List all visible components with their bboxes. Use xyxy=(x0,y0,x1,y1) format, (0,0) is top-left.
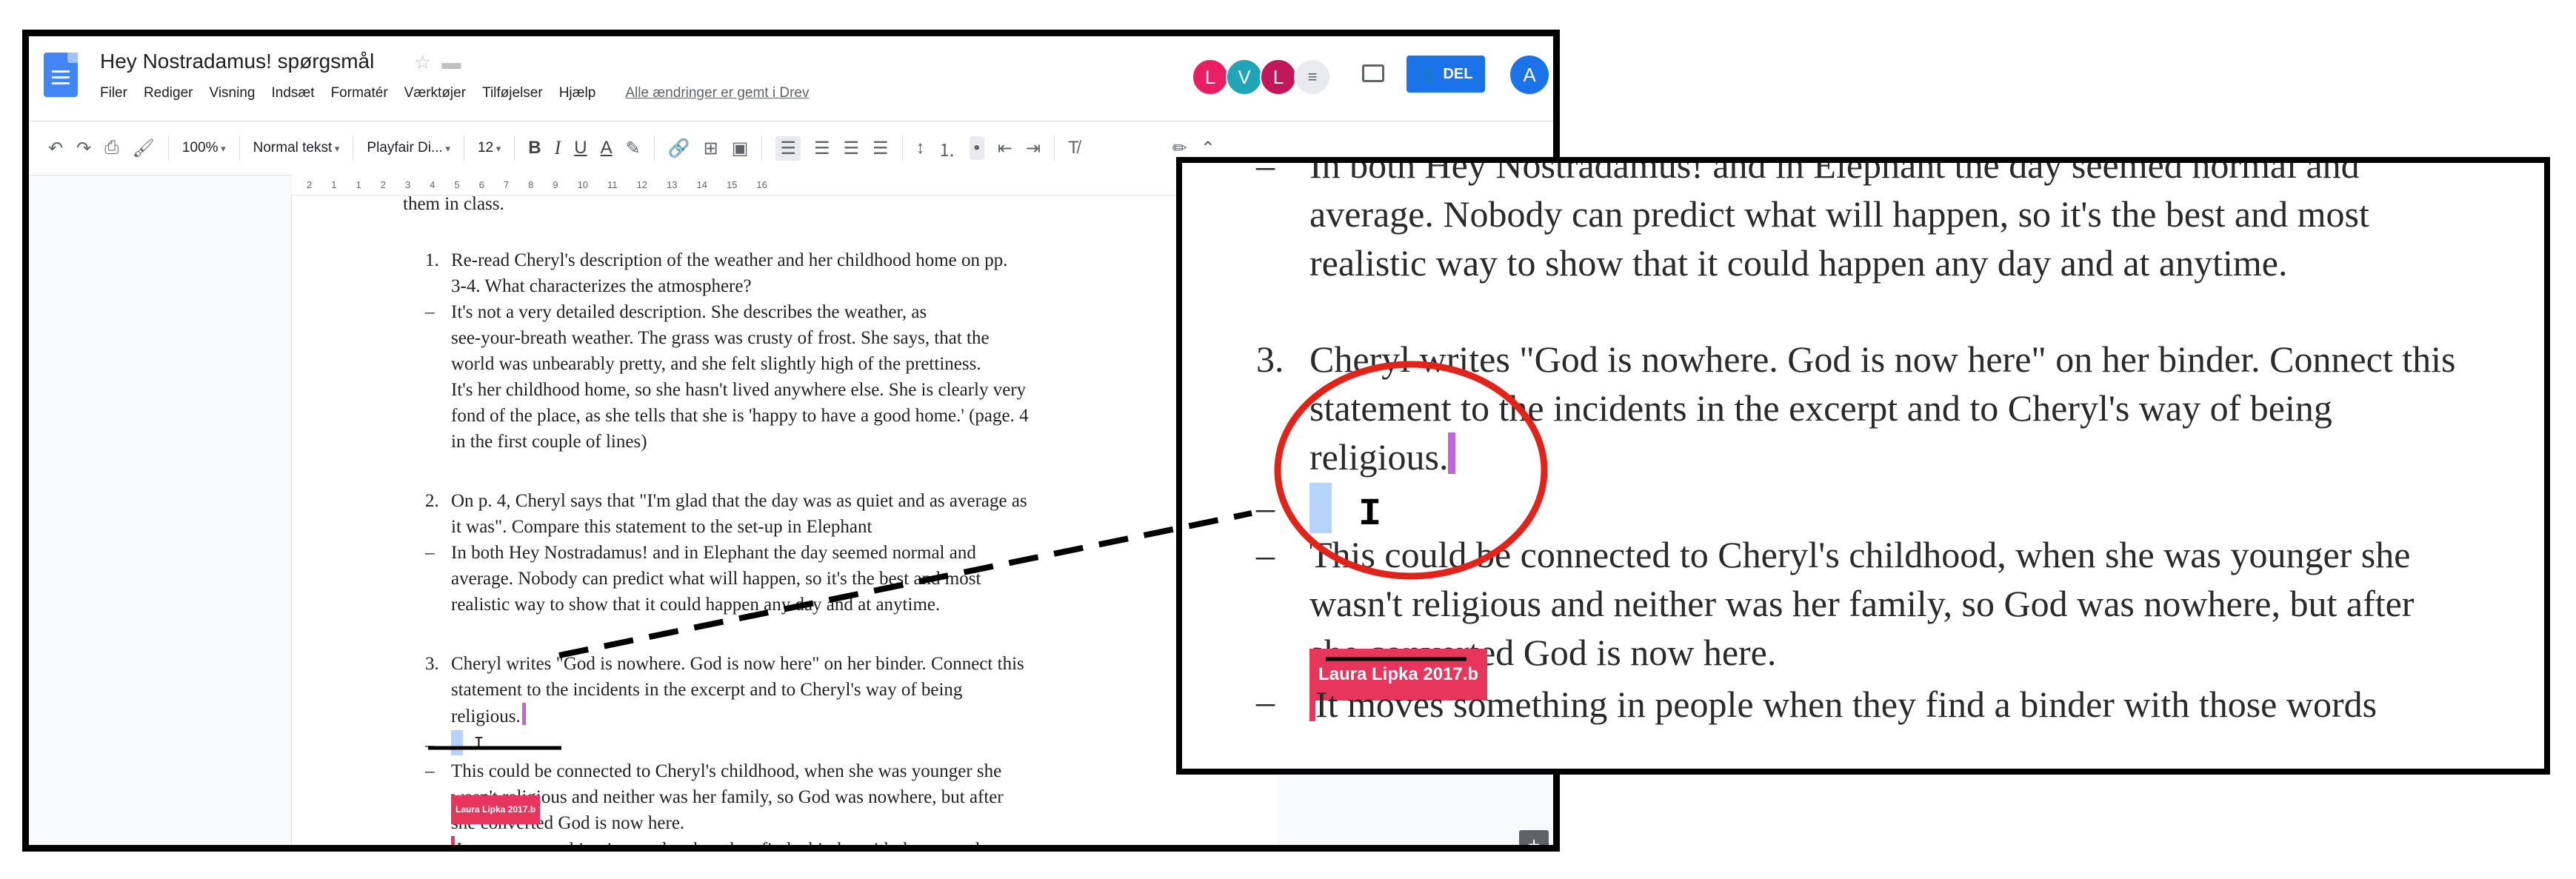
person-add-icon: 👤 xyxy=(1418,66,1438,83)
undo-icon[interactable]: ↶ xyxy=(48,138,63,159)
save-status[interactable]: Alle ændringer er gemt i Drev xyxy=(625,85,809,101)
more-collaborators-icon[interactable]: ≡ xyxy=(1294,59,1331,96)
collaborator-cursor xyxy=(521,703,526,725)
link-icon[interactable]: 🔗 xyxy=(668,138,690,159)
share-button-label: DEL xyxy=(1443,65,1473,82)
comments-icon[interactable] xyxy=(1362,64,1384,82)
menu-item-hjaelp[interactable]: Hjælp xyxy=(559,85,596,101)
bold-button[interactable]: B xyxy=(528,138,541,158)
align-center-icon[interactable]: ☰ xyxy=(814,138,830,159)
avatar[interactable]: L xyxy=(1260,59,1297,96)
style-select[interactable]: Normal tekst xyxy=(253,140,340,156)
underline-button[interactable]: U xyxy=(574,138,587,158)
avatar[interactable]: V xyxy=(1226,59,1263,96)
align-justify-icon[interactable]: ☰ xyxy=(872,138,889,159)
account-avatar[interactable]: A xyxy=(1510,56,1549,94)
text-selection xyxy=(1309,483,1332,533)
avatar[interactable]: L xyxy=(1192,59,1229,96)
share-button[interactable]: 👤 DEL xyxy=(1407,56,1485,93)
google-docs-logo-icon[interactable] xyxy=(44,53,78,97)
highlight-icon[interactable]: ✎ xyxy=(626,138,641,159)
align-left-icon[interactable]: ☰ xyxy=(775,136,801,161)
menu-item-filer[interactable]: Filer xyxy=(100,85,127,101)
title-bar: Hey Nostradamus! spørgsmål ☆ ▬ Filer Redi… xyxy=(29,36,1553,121)
italic-button[interactable]: I xyxy=(555,137,561,159)
explore-add-icon[interactable]: + xyxy=(1519,830,1549,845)
menu-item-indsaet[interactable]: Indsæt xyxy=(271,85,314,101)
menu-item-rediger[interactable]: Rediger xyxy=(144,85,193,101)
text-color-button[interactable]: A xyxy=(601,138,613,158)
increase-indent-icon[interactable]: ⇥ xyxy=(1026,138,1041,159)
font-select[interactable]: Playfair Di... xyxy=(367,140,450,156)
menu-item-tilfojelser[interactable]: Tilføjelser xyxy=(482,85,543,101)
print-icon[interactable]: ⎙ xyxy=(104,138,119,158)
redo-icon[interactable]: ↷ xyxy=(76,138,91,159)
add-comment-icon[interactable]: ⊞ xyxy=(704,138,718,159)
menu-bar: Filer Rediger Visning Indsæt Formatér Væ… xyxy=(100,85,809,101)
menu-item-vaerktojer[interactable]: Værktøjer xyxy=(404,85,466,101)
collaborator-avatars: L V L ≡ xyxy=(1192,59,1331,96)
menu-item-visning[interactable]: Visning xyxy=(210,85,256,101)
text-selection xyxy=(451,730,463,755)
collaborator-cursor xyxy=(451,836,455,845)
text-cursor-icon: I xyxy=(473,735,484,755)
document-title[interactable]: Hey Nostradamus! spørgsmål xyxy=(100,50,374,73)
collaborator-name-tag: Laura Lipka 2017.b xyxy=(451,795,541,824)
folder-icon[interactable]: ▬ xyxy=(441,51,461,73)
editing-mode-icon[interactable]: ✏ xyxy=(1172,138,1187,159)
collapse-menu-icon[interactable]: ⌃ xyxy=(1201,138,1215,159)
menu-item-formater[interactable]: Formatér xyxy=(331,85,388,101)
font-size-select[interactable]: 12 xyxy=(478,140,501,156)
numbered-list-icon[interactable]: ⒈ xyxy=(938,136,956,161)
cut-line: them in class. xyxy=(403,194,504,214)
insert-image-icon[interactable]: ▣ xyxy=(732,138,749,159)
collaborator-cursor xyxy=(1448,432,1456,474)
decrease-indent-icon[interactable]: ⇤ xyxy=(998,138,1012,159)
star-icon[interactable]: ☆ xyxy=(414,51,431,73)
paint-format-icon[interactable]: 🖌 xyxy=(132,138,154,159)
bulleted-list-icon[interactable]: • xyxy=(969,136,984,160)
document-page[interactable]: them in class. 1. Re-read Cheryl's descr… xyxy=(292,194,1277,845)
zoom-inset: In both Hey Nostradamus! and in Elephant… xyxy=(1176,157,2550,775)
zoom-select[interactable]: 100% xyxy=(182,140,226,156)
align-right-icon[interactable]: ☰ xyxy=(843,138,859,159)
collaborator-cursor xyxy=(1309,677,1315,721)
line-spacing-icon[interactable]: ↕ xyxy=(916,138,925,158)
clear-formatting-icon[interactable]: T̸ xyxy=(1068,138,1079,158)
